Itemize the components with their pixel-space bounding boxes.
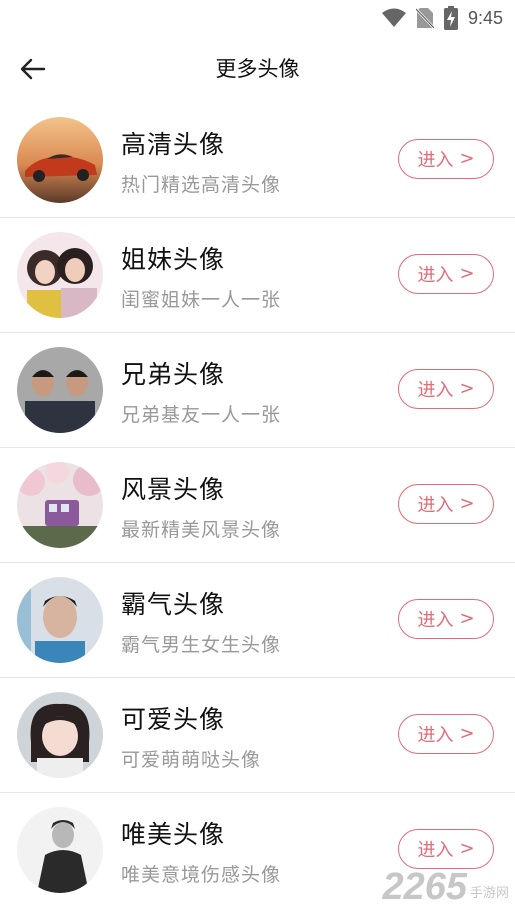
item-subtitle: 唯美意境伤感头像 bbox=[121, 864, 282, 886]
item-title: 风景头像 bbox=[121, 475, 226, 504]
enter-button[interactable]: 进入 > bbox=[398, 484, 494, 524]
page-title: 更多头像 bbox=[215, 57, 300, 81]
item-title: 兄弟头像 bbox=[121, 360, 226, 389]
list-item[interactable]: 兄弟头像 兄弟基友一人一张 进入 > bbox=[0, 333, 515, 448]
enter-button[interactable]: 进入 > bbox=[398, 369, 494, 409]
enter-label: 进入 bbox=[417, 840, 454, 861]
status-bar: 9:45 bbox=[0, 0, 515, 36]
status-time: 9:45 bbox=[467, 7, 503, 28]
category-list: 高清头像 热门精选高清头像 进入 > 姐妹头像 闺蜜姐妹一人一张 进入 > 兄弟… bbox=[0, 103, 515, 907]
item-subtitle: 最新精美风景头像 bbox=[121, 519, 282, 541]
chevron-right-icon: > bbox=[459, 148, 475, 169]
cute-girl-avatar bbox=[17, 692, 103, 778]
train-scenery-avatar bbox=[17, 462, 103, 548]
sports-car-avatar bbox=[17, 117, 103, 203]
enter-button[interactable]: 进入 > bbox=[398, 254, 494, 294]
status-icons: 9:45 bbox=[381, 6, 503, 30]
enter-button[interactable]: 进入 > bbox=[398, 599, 494, 639]
enter-button[interactable]: 进入 > bbox=[398, 829, 494, 869]
chevron-right-icon: > bbox=[459, 378, 475, 399]
item-title: 高清头像 bbox=[121, 130, 226, 159]
battery-charging-icon bbox=[443, 6, 458, 30]
chevron-right-icon: > bbox=[459, 838, 475, 859]
item-subtitle: 闺蜜姐妹一人一张 bbox=[121, 289, 282, 311]
list-item[interactable]: 高清头像 热门精选高清头像 进入 > bbox=[0, 103, 515, 218]
item-title: 可爱头像 bbox=[121, 705, 226, 734]
item-subtitle: 霸气男生女生头像 bbox=[121, 634, 282, 656]
enter-label: 进入 bbox=[417, 495, 454, 516]
enter-button[interactable]: 进入 > bbox=[398, 714, 494, 754]
enter-label: 进入 bbox=[417, 265, 454, 286]
item-title: 唯美头像 bbox=[121, 820, 226, 849]
list-item[interactable]: 风景头像 最新精美风景头像 进入 > bbox=[0, 448, 515, 563]
item-title: 霸气头像 bbox=[121, 590, 226, 619]
list-item[interactable]: 姐妹头像 闺蜜姐妹一人一张 进入 > bbox=[0, 218, 515, 333]
watermark-number: 2265 bbox=[382, 866, 467, 908]
item-subtitle: 热门精选高清头像 bbox=[121, 174, 282, 196]
enter-label: 进入 bbox=[417, 725, 454, 746]
watermark-text: 手游网 bbox=[469, 886, 509, 901]
list-item[interactable]: 霸气头像 霸气男生女生头像 进入 > bbox=[0, 563, 515, 678]
wifi-icon bbox=[381, 8, 406, 27]
bw-aesthetic-avatar bbox=[17, 807, 103, 893]
list-item[interactable]: 可爱头像 可爱萌萌哒头像 进入 > bbox=[0, 678, 515, 793]
watermark: 2265 手游网 bbox=[382, 866, 509, 909]
no-sim-icon bbox=[415, 8, 434, 29]
enter-label: 进入 bbox=[417, 610, 454, 631]
brothers-avatar bbox=[17, 347, 103, 433]
item-title: 姐妹头像 bbox=[121, 245, 226, 274]
chevron-right-icon: > bbox=[459, 263, 475, 284]
item-subtitle: 兄弟基友一人一张 bbox=[121, 404, 282, 426]
chevron-right-icon: > bbox=[459, 723, 475, 744]
sisters-avatar bbox=[17, 232, 103, 318]
cool-man-avatar bbox=[17, 577, 103, 663]
item-subtitle: 可爱萌萌哒头像 bbox=[121, 749, 262, 771]
app-bar: 更多头像 bbox=[0, 44, 515, 94]
chevron-right-icon: > bbox=[459, 608, 475, 629]
enter-label: 进入 bbox=[417, 380, 454, 401]
enter-label: 进入 bbox=[417, 150, 454, 171]
enter-button[interactable]: 进入 > bbox=[398, 139, 494, 179]
chevron-right-icon: > bbox=[459, 493, 475, 514]
